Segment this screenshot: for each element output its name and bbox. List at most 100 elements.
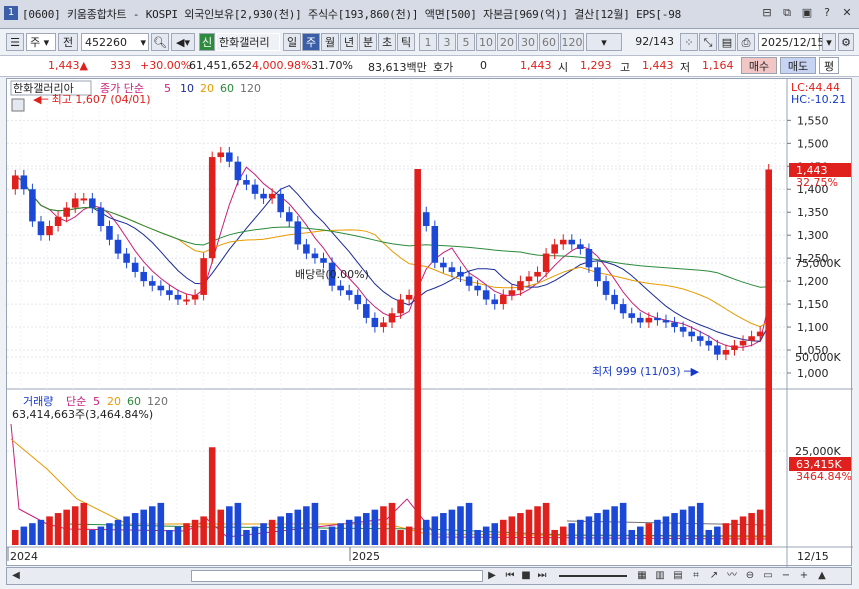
volume-bar (251, 526, 259, 545)
interval-30[interactable]: 30 (518, 33, 538, 51)
candle-body (748, 336, 755, 341)
candle-body (114, 239, 122, 254)
interval-120[interactable]: 120 (560, 33, 584, 51)
draw-icon[interactable]: ⤡ (699, 33, 717, 51)
candle-body (208, 157, 216, 259)
grid-icon[interactable]: ⁘ (680, 33, 698, 51)
moving-average-line (14, 175, 769, 288)
print-icon[interactable]: ⎙ (737, 33, 755, 51)
period-second[interactable]: 초 (378, 33, 396, 51)
interval-5[interactable]: 5 (457, 33, 475, 51)
chart-area[interactable]: 1,5501,5001,4501,4001,3501,3001,2501,200… (6, 78, 853, 567)
candle-body (311, 253, 319, 259)
candle-body (500, 294, 507, 305)
volume-ma-20: 20 (107, 395, 121, 408)
candle-body (559, 239, 567, 245)
volume-bar (748, 513, 755, 545)
zoom-out-icon[interactable]: ⊖ (743, 569, 757, 583)
interval-60[interactable]: 60 (539, 33, 559, 51)
period-month[interactable]: 월 (321, 33, 339, 51)
maximize-icon[interactable]: ▣ (799, 5, 815, 21)
table-icon[interactable] (11, 98, 25, 112)
chart-type-icon[interactable]: ▭ (761, 569, 775, 583)
candle-body (294, 221, 302, 245)
volume-bar (465, 502, 473, 545)
grow-icon[interactable]: + (797, 569, 811, 583)
candle-body (89, 198, 96, 208)
calendar-icon[interactable]: ▾ (822, 33, 836, 51)
scroll-left-icon[interactable]: ◀ (9, 569, 23, 583)
minimize-all-icon[interactable]: ⊟ (759, 5, 775, 21)
wave-icon[interactable]: 〰 (725, 569, 739, 583)
split-icon[interactable]: ▥ (653, 569, 667, 583)
sell-button[interactable]: 매도 (780, 57, 816, 74)
candle-body (260, 193, 267, 199)
first-page-icon[interactable]: ⏮ (503, 569, 517, 583)
volume-legend-name: 거래량 (23, 395, 53, 408)
close-icon[interactable]: ✕ (839, 5, 855, 21)
stock-code-input[interactable]: 452260 ▾ (81, 33, 149, 51)
save-icon[interactable]: ▤ (718, 33, 736, 51)
date-input[interactable]: 2025/12/15 (758, 33, 824, 51)
volume-bar (714, 526, 721, 545)
volume-axis-label: 50,000K (795, 351, 841, 364)
pattern-icon[interactable]: ▤ (671, 569, 685, 583)
period-year[interactable]: 년 (340, 33, 358, 51)
volume-bar (157, 502, 165, 545)
buy-button[interactable]: 매수 (741, 57, 777, 74)
volume-bar (20, 526, 28, 545)
volume-bar (534, 506, 541, 545)
candle-body (705, 340, 713, 346)
market-type-select[interactable]: 주 ▾ (26, 33, 56, 51)
jeon-button[interactable]: 전 (58, 33, 78, 51)
last-page-icon[interactable]: ⏭ (535, 569, 549, 583)
toolbar-menu-icon[interactable]: ☰ (6, 33, 24, 51)
candle-body (97, 207, 105, 226)
volume-bar (645, 523, 653, 545)
volume-bar (345, 519, 353, 545)
search-icon[interactable]: 🔍︎ (151, 33, 169, 51)
interval-20[interactable]: 20 (497, 33, 517, 51)
period-day[interactable]: 일 (283, 33, 301, 51)
volume-bar (508, 516, 516, 545)
volume-ratio: 4,000.98% (252, 59, 312, 72)
indicator-icon[interactable]: ⌗ (689, 569, 703, 583)
volume-bar (731, 519, 738, 545)
trendline-icon[interactable]: ↗ (707, 569, 721, 583)
interval-custom-select[interactable]: ▾ (586, 33, 622, 51)
settings-icon[interactable]: ⚙ (838, 33, 854, 51)
scroll-thumb[interactable] (191, 570, 483, 582)
chart-scrollbar[interactable]: ◀ ▶ ⏮ ■ ⏭ ▦ ▥ ▤ ⌗ ↗ 〰 ⊖ ▭ − + ▲ (6, 567, 852, 585)
candle-body (320, 258, 327, 263)
layout-icon[interactable]: ▦ (635, 569, 649, 583)
avg-button[interactable]: 평 (819, 57, 839, 74)
period-tick[interactable]: 틱 (397, 33, 415, 51)
candle-body (166, 290, 173, 295)
candle-body (679, 327, 687, 332)
stop-icon[interactable]: ■ (519, 569, 533, 583)
hoga-label: 호가 (433, 61, 454, 74)
candle-body (20, 175, 28, 190)
volume-axis-label: 25,000K (795, 445, 841, 458)
stock-chart-svg[interactable]: 1,5501,5001,4501,4001,3501,3001,2501,200… (7, 79, 853, 567)
sound-icon[interactable]: ◀▾ (171, 33, 195, 51)
restore-icon[interactable]: ⧉ (779, 5, 795, 21)
interval-10[interactable]: 10 (476, 33, 496, 51)
volume-bar (131, 513, 139, 545)
collapse-icon[interactable]: ▲ (815, 569, 829, 583)
candle-body (568, 239, 576, 245)
interval-1[interactable]: 1 (419, 33, 437, 51)
scroll-right-icon[interactable]: ▶ (485, 569, 499, 583)
help-icon[interactable]: ? (819, 5, 835, 21)
volume-bar (637, 526, 644, 545)
price-axis-label: 1,100 (797, 321, 829, 334)
candle-body (542, 253, 550, 272)
period-minute[interactable]: 분 (359, 33, 377, 51)
interval-3[interactable]: 3 (438, 33, 456, 51)
shrink-icon[interactable]: − (779, 569, 793, 583)
zoom-slider[interactable] (559, 575, 627, 577)
candle-body (551, 244, 558, 254)
candle-body (371, 317, 379, 328)
period-week[interactable]: 주 (302, 33, 320, 51)
volume-bar (148, 506, 156, 545)
